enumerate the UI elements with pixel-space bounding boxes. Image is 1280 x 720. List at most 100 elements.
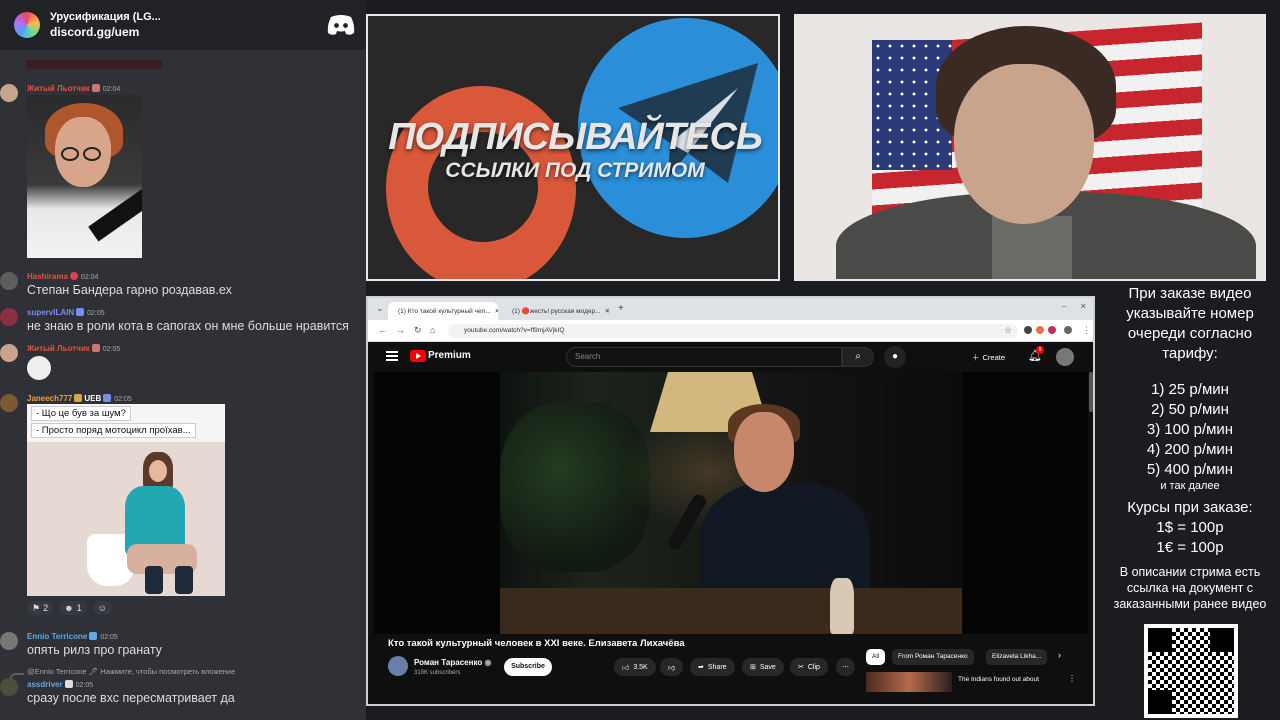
role-badge-icon	[76, 308, 85, 316]
image-attachment[interactable]	[27, 95, 142, 258]
extension-icon[interactable]	[1048, 326, 1056, 334]
message-text: сразу после вхс пересматривает да	[27, 691, 235, 705]
address-bar: ← → ↻ ⌂ youtube.com/watch?v=ff9mjAVjkIQ …	[368, 320, 1093, 342]
discord-chat-panel: Урусификация (LG... discord.gg/uem Житый…	[0, 0, 366, 720]
minimize-icon[interactable]: –	[1062, 302, 1066, 311]
avatar[interactable]	[0, 308, 18, 326]
qr-code[interactable]	[1144, 624, 1238, 718]
server-avatar	[14, 12, 40, 38]
extension-icon[interactable]	[1036, 326, 1044, 334]
subscriber-count: 318K subscribers	[414, 670, 461, 676]
chip-all[interactable]: All	[866, 649, 886, 665]
create-button[interactable]: ＋ Create	[972, 348, 1005, 366]
rate-item: 2) 50 р/мин	[1151, 401, 1229, 418]
tab-active[interactable]: (1) Кто такой культурный чел...✕	[388, 302, 498, 320]
share-button[interactable]: ➦ Share	[690, 658, 735, 676]
youtube-logo-icon[interactable]	[410, 350, 426, 362]
avatar[interactable]	[0, 84, 18, 102]
mic-icon: ●	[891, 351, 899, 362]
close-window-icon[interactable]: ✕	[1080, 302, 1087, 311]
tab-inactive[interactable]: (1) 🔴жесть! русская модер... ✕	[502, 302, 612, 320]
avatar[interactable]	[0, 344, 18, 362]
subscribe-button[interactable]: Subscribe	[504, 658, 552, 676]
more-dots-icon[interactable]: ⋮	[1068, 674, 1076, 683]
voice-search-button[interactable]: ●	[884, 346, 906, 368]
server-invite-link[interactable]: discord.gg/uem	[50, 24, 161, 40]
message-author[interactable]: Janeech777 UEB 02:05	[27, 394, 132, 403]
avatar[interactable]	[0, 272, 18, 290]
message-text: Степан Бандера гарно роздавав.ех	[27, 283, 232, 297]
back-icon[interactable]: ←	[378, 325, 387, 335]
recommended-title[interactable]: The Indians found out about	[958, 676, 1039, 683]
message-author[interactable]: Ennio Terricone 02:05	[27, 632, 118, 641]
rate-item: 3) 100 р/мин	[1146, 421, 1234, 438]
message-author[interactable]: Hashirama 02:04	[27, 272, 98, 281]
search-input[interactable]: Search	[566, 347, 842, 367]
more-actions-button[interactable]: ⋯	[836, 658, 855, 676]
notification-count-badge: 9	[1036, 346, 1044, 354]
promo-subheading: ССЫЛКИ ПОД СТРИМОМ	[445, 159, 705, 182]
page-scrollbar[interactable]	[1089, 372, 1093, 412]
previous-attachment	[26, 60, 162, 69]
hamburger-menu-icon[interactable]	[386, 351, 398, 361]
meme-image-attachment[interactable]: - Що це був за шум? - Просто поряд мотоц…	[27, 404, 225, 596]
search-button[interactable]: ⌕	[842, 347, 874, 367]
clip-button[interactable]: ✂ Clip	[790, 658, 828, 676]
message-author[interactable]: Житый Льотчик 02:04	[27, 84, 120, 93]
close-tab-icon[interactable]: ✕	[605, 307, 610, 315]
description-note: В описании стрима есть ссылка на докумен…	[1113, 565, 1267, 611]
tab-bar: ⌄ (1) Кто такой культурный чел...✕ (1) 🔴…	[368, 298, 1093, 320]
video-player[interactable]	[374, 372, 1088, 634]
tab-list-icon[interactable]: ⌄	[376, 303, 384, 314]
reply-preview[interactable]: @Ennio Terricone 🖊 Нажмите, чтобы посмот…	[27, 667, 235, 676]
emoji-icon: ☺	[97, 603, 107, 613]
account-avatar[interactable]	[1056, 348, 1074, 366]
recommended-thumbnail[interactable]	[866, 672, 952, 692]
promo-heading: ПОДПИСЫВАЙТЕСЬ	[388, 116, 763, 158]
avatar[interactable]	[0, 632, 18, 650]
reaction-button[interactable]: ⚑ 2	[27, 601, 54, 615]
order-heading: При заказе видео указывайте номер очеред…	[1126, 285, 1254, 362]
youtube-header: Premium Search ⌕ ● ＋ Create 🔔︎ 9	[368, 342, 1093, 372]
chip-topic[interactable]: Elizaveta Likha...	[986, 649, 1048, 665]
profile-icon[interactable]	[1064, 326, 1072, 334]
rates-note: и так далее	[1160, 480, 1220, 492]
forward-icon[interactable]: →	[396, 325, 405, 335]
bookmark-star-icon[interactable]: ☆	[1004, 325, 1012, 336]
course-item: 1€ = 100р	[1156, 539, 1224, 556]
meme-caption: - Що це був за шум?	[31, 406, 131, 421]
youtube-brand[interactable]: Premium	[428, 350, 471, 361]
url-field[interactable]: youtube.com/watch?v=ff9mjAVjkIQ	[448, 324, 1018, 338]
sticker-emoji[interactable]	[27, 356, 51, 380]
menu-dots-icon[interactable]: ⋮	[1082, 325, 1091, 336]
home-icon[interactable]: ⌂	[430, 325, 435, 335]
like-button[interactable]: 👍︎ 3.5K	[614, 658, 656, 676]
chip-from-channel[interactable]: From Роман Тарасенко	[892, 649, 974, 665]
save-playlist-icon: ⊞	[750, 664, 756, 671]
browser-window: ⌄ (1) Кто такой культурный чел...✕ (1) 🔴…	[366, 296, 1095, 706]
more-dots-icon: ⋯	[842, 664, 849, 671]
extension-icon[interactable]	[1024, 326, 1032, 334]
close-tab-icon[interactable]: ✕	[495, 307, 498, 315]
new-tab-icon[interactable]: +	[618, 303, 624, 314]
role-badge-icon	[91, 344, 100, 352]
video-frame	[500, 372, 962, 634]
chevron-right-icon[interactable]: ›	[1058, 650, 1061, 660]
search-icon: ⌕	[855, 351, 861, 362]
rate-item: 4) 200 р/мин	[1146, 441, 1234, 458]
channel-name[interactable]: Роман Тарасенко ◉	[414, 658, 491, 667]
channel-avatar[interactable]	[388, 656, 408, 676]
avatar[interactable]	[0, 678, 18, 696]
reaction-button[interactable]: ☻ 1	[59, 601, 87, 615]
message-author[interactable]: assdriver 02:05	[27, 680, 93, 689]
thumbs-down-icon: 👎︎	[668, 664, 676, 672]
add-reaction-button[interactable]: ☺	[92, 601, 112, 615]
plus-icon: ＋	[972, 352, 980, 362]
message-author[interactable]: Житый Льотчик 02:05	[27, 344, 120, 353]
dislike-button[interactable]: 👎︎	[660, 658, 684, 676]
avatar[interactable]	[0, 394, 18, 412]
message-author[interactable]: supervILAIN 02:05	[27, 308, 105, 317]
reload-icon[interactable]: ↻	[414, 325, 422, 336]
save-button[interactable]: ⊞ Save	[742, 658, 784, 676]
server-title: Урусификация (LG...	[50, 11, 161, 23]
